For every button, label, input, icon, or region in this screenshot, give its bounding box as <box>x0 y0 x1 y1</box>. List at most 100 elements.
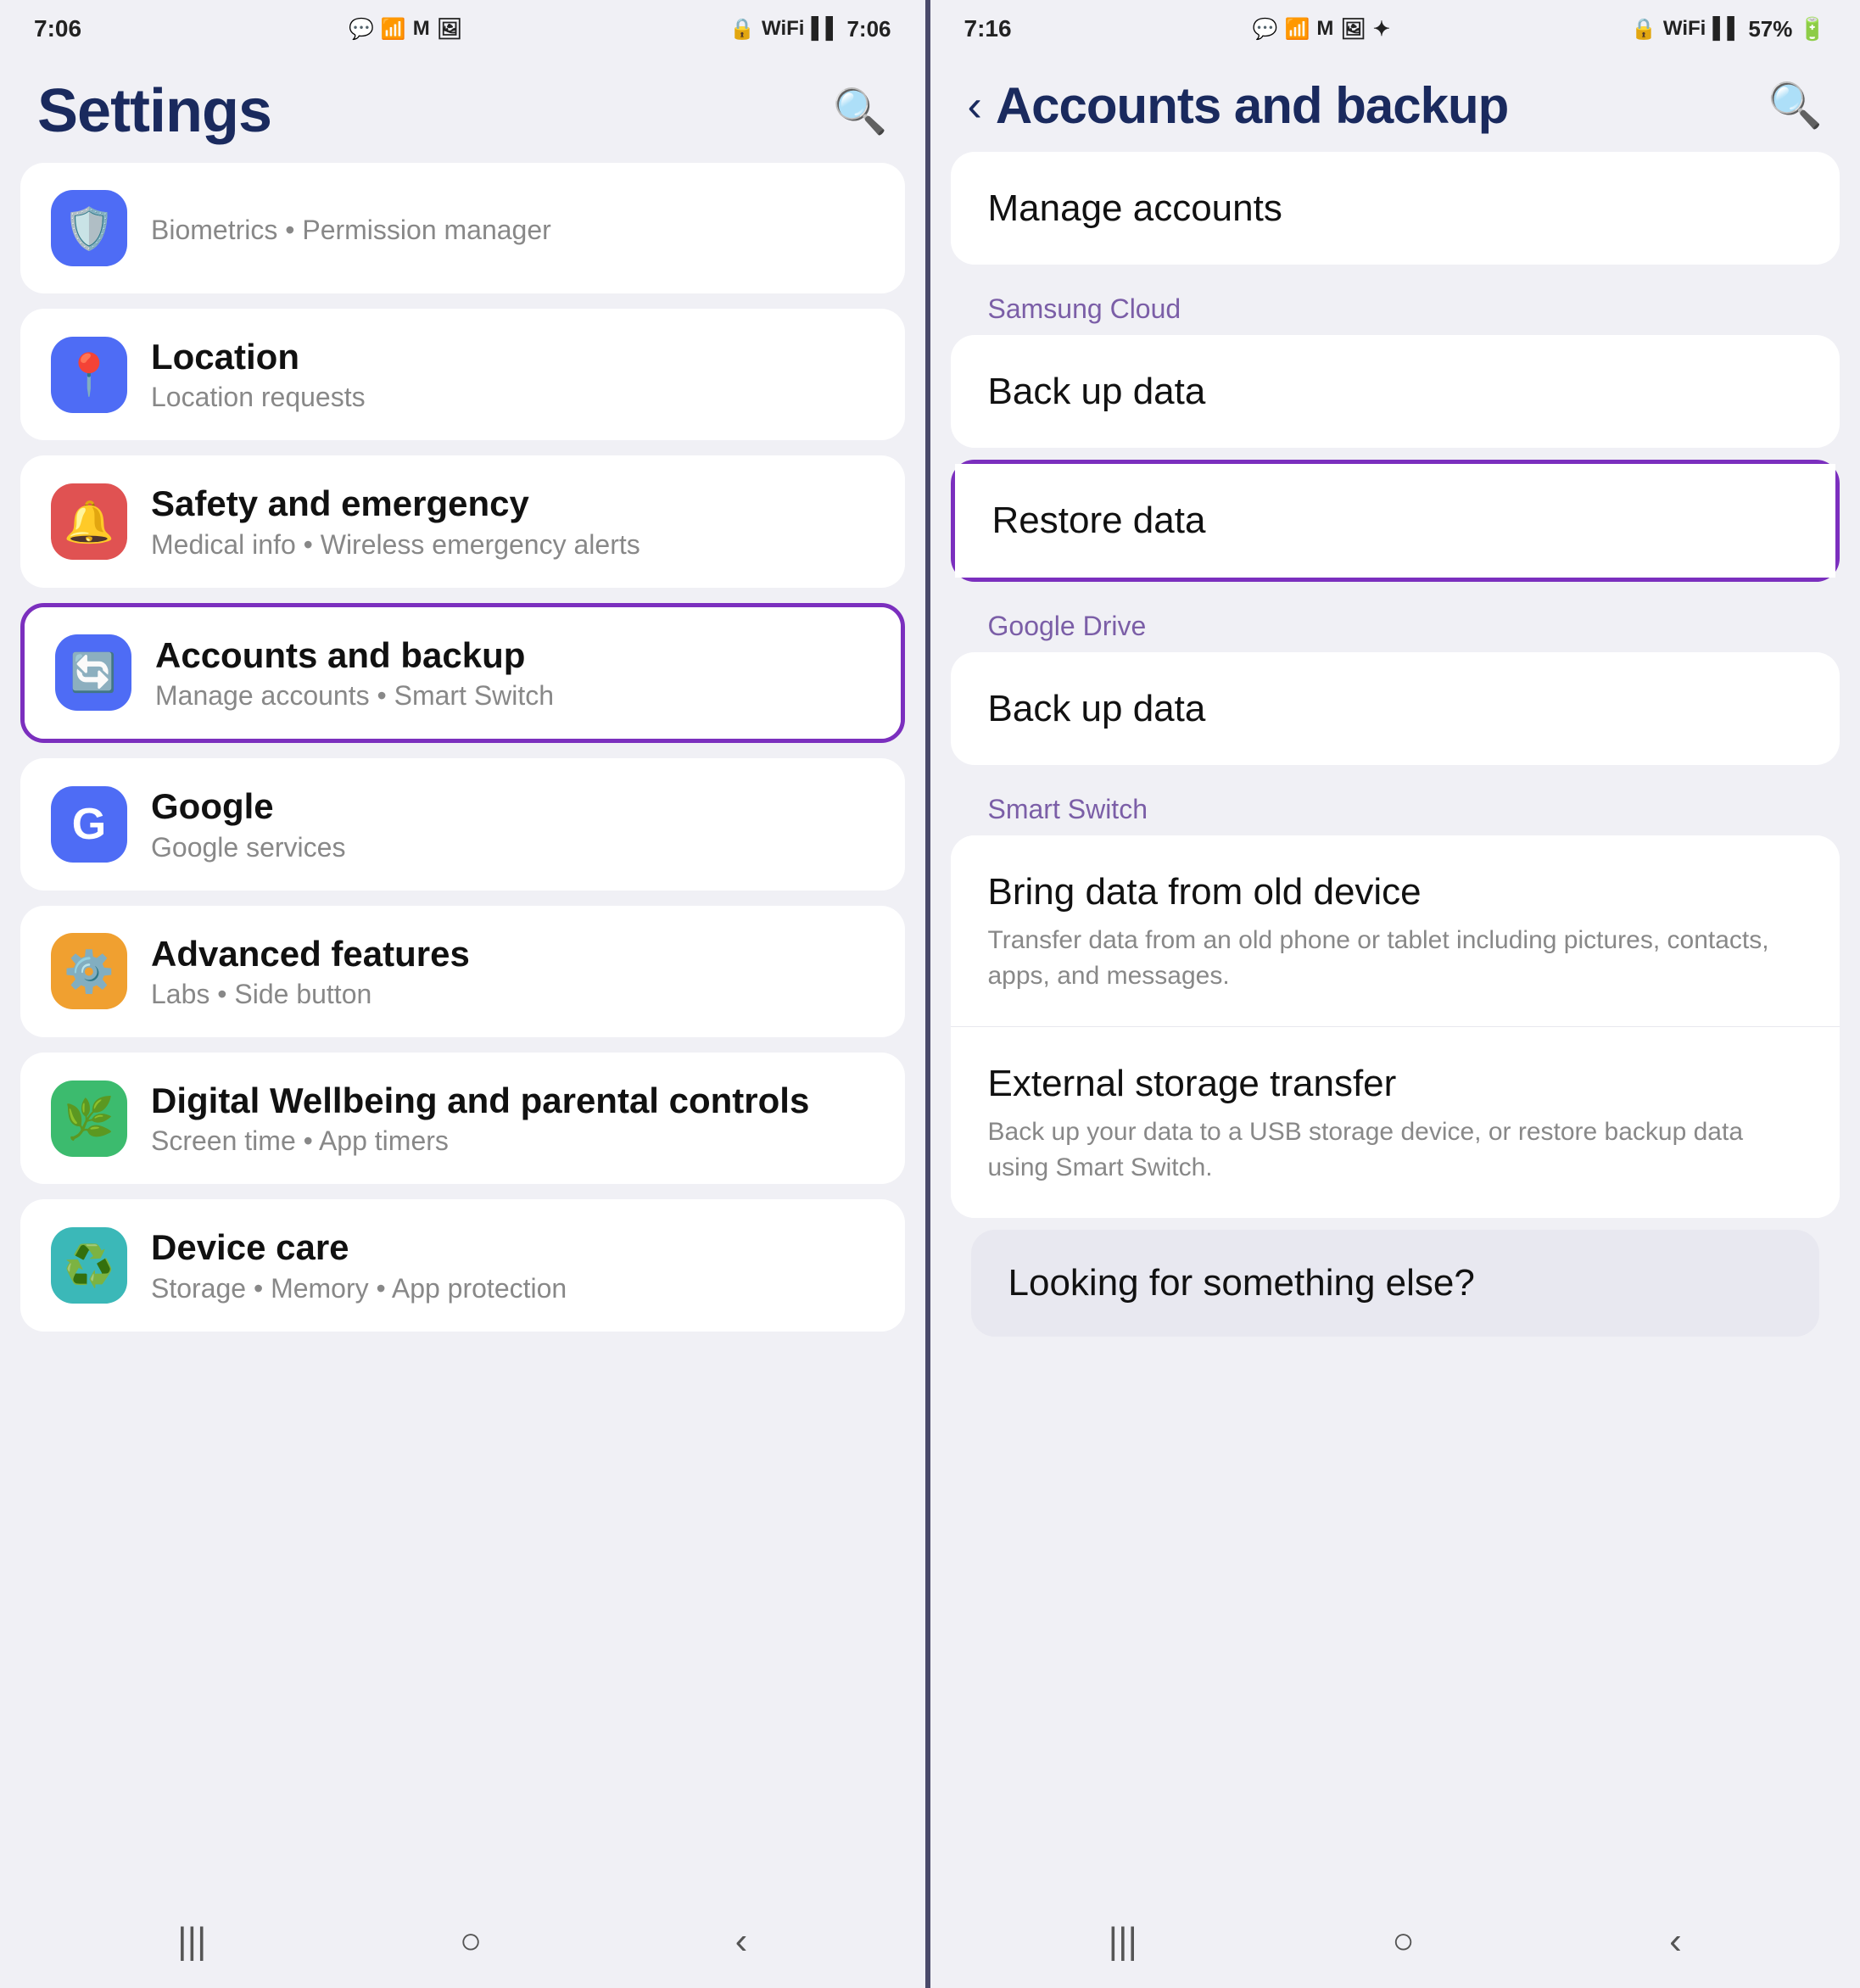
digital-item[interactable]: 🌿 Digital Wellbeing and parental control… <box>20 1053 905 1184</box>
recents-button-left[interactable]: ||| <box>177 1920 206 1963</box>
external-storage-sub: Back up your data to a USB storage devic… <box>988 1114 1803 1186</box>
whatsapp-icon-r: 💬 <box>1253 17 1278 42</box>
status-icons-right: 💬 📶 M 🖼 ✦ <box>1253 17 1390 42</box>
biometrics-icon: 🛡️ <box>51 190 127 266</box>
manage-accounts-text: Manage accounts <box>988 184 1803 232</box>
home-button-left[interactable]: ○ <box>460 1920 483 1963</box>
samsung-cloud-card: Back up data <box>951 335 1840 448</box>
gallery-icon: 🖼 <box>437 17 462 42</box>
external-storage-text: External storage transfer Back up your d… <box>988 1059 1803 1186</box>
accounts-subtitle: Manage accounts • Smart Switch <box>155 680 870 712</box>
restore-data-title: Restore data <box>992 496 1206 544</box>
manage-accounts-title: Manage accounts <box>988 184 1803 232</box>
location-icon: 📍 <box>51 337 127 413</box>
bring-data-sub: Transfer data from an old phone or table… <box>988 923 1803 994</box>
status-bar-left: 7:06 💬 📶 M 🖼 🔒 WiFi ▌▌ 7:06 <box>0 0 925 51</box>
right-panel: 7:16 💬 📶 M 🖼 ✦ 🔒 WiFi ▌▌ 57% 🔋 ‹ Account… <box>930 0 1860 1988</box>
signal-bars-icon: ▌▌ <box>811 17 840 41</box>
gallery-icon-r: 🖼 <box>1340 17 1366 42</box>
back-button-left[interactable]: ‹ <box>735 1920 748 1963</box>
smart-switch-label: Smart Switch <box>951 777 1840 835</box>
accounts-list: Manage accounts Samsung Cloud Back up da… <box>930 152 1860 1895</box>
google-drive-card: Back up data <box>951 652 1840 765</box>
safety-icon: 🔔 <box>51 483 127 560</box>
google-backup-item[interactable]: Back up data <box>951 652 1840 765</box>
accounts-text: Accounts and backup Manage accounts • Sm… <box>155 634 870 712</box>
accounts-item[interactable]: 🔄 Accounts and backup Manage accounts • … <box>25 607 901 739</box>
status-icons-left: 💬 📶 M 🖼 <box>349 17 462 42</box>
settings-header: Settings 🔍 <box>0 51 925 163</box>
battery-left: 7:06 <box>846 16 891 42</box>
biometrics-card: 🛡️ Biometrics • Permission manager <box>20 163 905 293</box>
recents-button-right[interactable]: ||| <box>1109 1920 1137 1963</box>
google-item[interactable]: G Google Google services <box>20 758 905 890</box>
settings-search-icon[interactable]: 🔍 <box>833 86 888 137</box>
back-button-right[interactable]: ‹ <box>1669 1920 1682 1963</box>
digital-card: 🌿 Digital Wellbeing and parental control… <box>20 1053 905 1184</box>
safety-text: Safety and emergency Medical info • Wire… <box>151 483 874 560</box>
header-back-group: ‹ Accounts and backup <box>968 76 1509 135</box>
restore-data-item[interactable]: Restore data <box>955 464 1836 577</box>
samsung-cloud-label: Samsung Cloud <box>951 276 1840 335</box>
mail-icon: M <box>413 17 430 41</box>
biometrics-subtitle: Biometrics • Permission manager <box>151 215 874 246</box>
status-time-left: 7:06 <box>34 15 81 42</box>
google-card: G Google Google services <box>20 758 905 890</box>
device-card: ♻️ Device care Storage • Memory • App pr… <box>20 1199 905 1331</box>
biometrics-text: Biometrics • Permission manager <box>151 211 874 246</box>
signal-bars-icon-r: ▌▌ <box>1712 17 1741 41</box>
advanced-title: Advanced features <box>151 933 874 975</box>
wifi-icon: WiFi <box>762 17 804 41</box>
restore-data-card: Restore data <box>951 460 1840 581</box>
status-bar-right: 7:16 💬 📶 M 🖼 ✦ 🔒 WiFi ▌▌ 57% 🔋 <box>930 0 1860 51</box>
accounts-card: 🔄 Accounts and backup Manage accounts • … <box>20 603 905 743</box>
digital-title: Digital Wellbeing and parental controls <box>151 1080 874 1122</box>
device-subtitle: Storage • Memory • App protection <box>151 1273 874 1304</box>
safety-subtitle: Medical info • Wireless emergency alerts <box>151 529 874 561</box>
manage-accounts-item[interactable]: Manage accounts <box>951 152 1840 265</box>
location-item[interactable]: 📍 Location Location requests <box>20 309 905 440</box>
nav-bar-left: ||| ○ ‹ <box>0 1895 925 1988</box>
advanced-text: Advanced features Labs • Side button <box>151 933 874 1010</box>
safety-card: 🔔 Safety and emergency Medical info • Wi… <box>20 455 905 587</box>
biometrics-item[interactable]: 🛡️ Biometrics • Permission manager <box>20 163 905 293</box>
device-item[interactable]: ♻️ Device care Storage • Memory • App pr… <box>20 1199 905 1331</box>
location-card: 📍 Location Location requests <box>20 309 905 440</box>
backup-data-title: Back up data <box>988 367 1206 416</box>
safety-item[interactable]: 🔔 Safety and emergency Medical info • Wi… <box>20 455 905 587</box>
backup-data-item[interactable]: Back up data <box>951 335 1840 448</box>
bring-data-item[interactable]: Bring data from old device Transfer data… <box>951 835 1840 1027</box>
bring-data-title: Bring data from old device <box>988 868 1803 916</box>
accounts-header: ‹ Accounts and backup 🔍 <box>930 51 1860 152</box>
location-subtitle: Location requests <box>151 382 874 413</box>
settings-list: 🛡️ Biometrics • Permission manager 📍 Loc… <box>0 163 925 1895</box>
accounts-header-title: Accounts and backup <box>996 76 1508 135</box>
safety-title: Safety and emergency <box>151 483 874 525</box>
digital-icon: 🌿 <box>51 1081 127 1157</box>
screenshot-icon: 🔒 <box>729 17 755 42</box>
advanced-icon: ⚙️ <box>51 933 127 1009</box>
status-right-right: 🔒 WiFi ▌▌ 57% 🔋 <box>1631 16 1826 42</box>
looking-text: Looking for something else? <box>1008 1262 1783 1304</box>
signal-icon-r: 📶 <box>1284 17 1310 42</box>
back-arrow-button[interactable]: ‹ <box>968 81 982 131</box>
google-icon: G <box>51 786 127 863</box>
external-storage-title: External storage transfer <box>988 1059 1803 1108</box>
extra-icon-r: ✦ <box>1373 17 1390 42</box>
nav-bar-right: ||| ○ ‹ <box>930 1895 1860 1988</box>
looking-card[interactable]: Looking for something else? <box>971 1230 1820 1337</box>
google-text: Google Google services <box>151 785 874 863</box>
mail-icon-r: M <box>1316 17 1333 41</box>
home-button-right[interactable]: ○ <box>1392 1920 1415 1963</box>
accounts-search-icon[interactable]: 🔍 <box>1768 80 1823 131</box>
digital-text: Digital Wellbeing and parental controls … <box>151 1080 874 1157</box>
smart-switch-card: Bring data from old device Transfer data… <box>951 835 1840 1218</box>
google-drive-label: Google Drive <box>951 594 1840 652</box>
bring-data-text: Bring data from old device Transfer data… <box>988 868 1803 994</box>
external-storage-item[interactable]: External storage transfer Back up your d… <box>951 1027 1840 1218</box>
google-backup-title: Back up data <box>988 684 1206 733</box>
google-subtitle: Google services <box>151 832 874 863</box>
location-text: Location Location requests <box>151 336 874 413</box>
accounts-title: Accounts and backup <box>155 634 870 677</box>
advanced-item[interactable]: ⚙️ Advanced features Labs • Side button <box>20 906 905 1037</box>
